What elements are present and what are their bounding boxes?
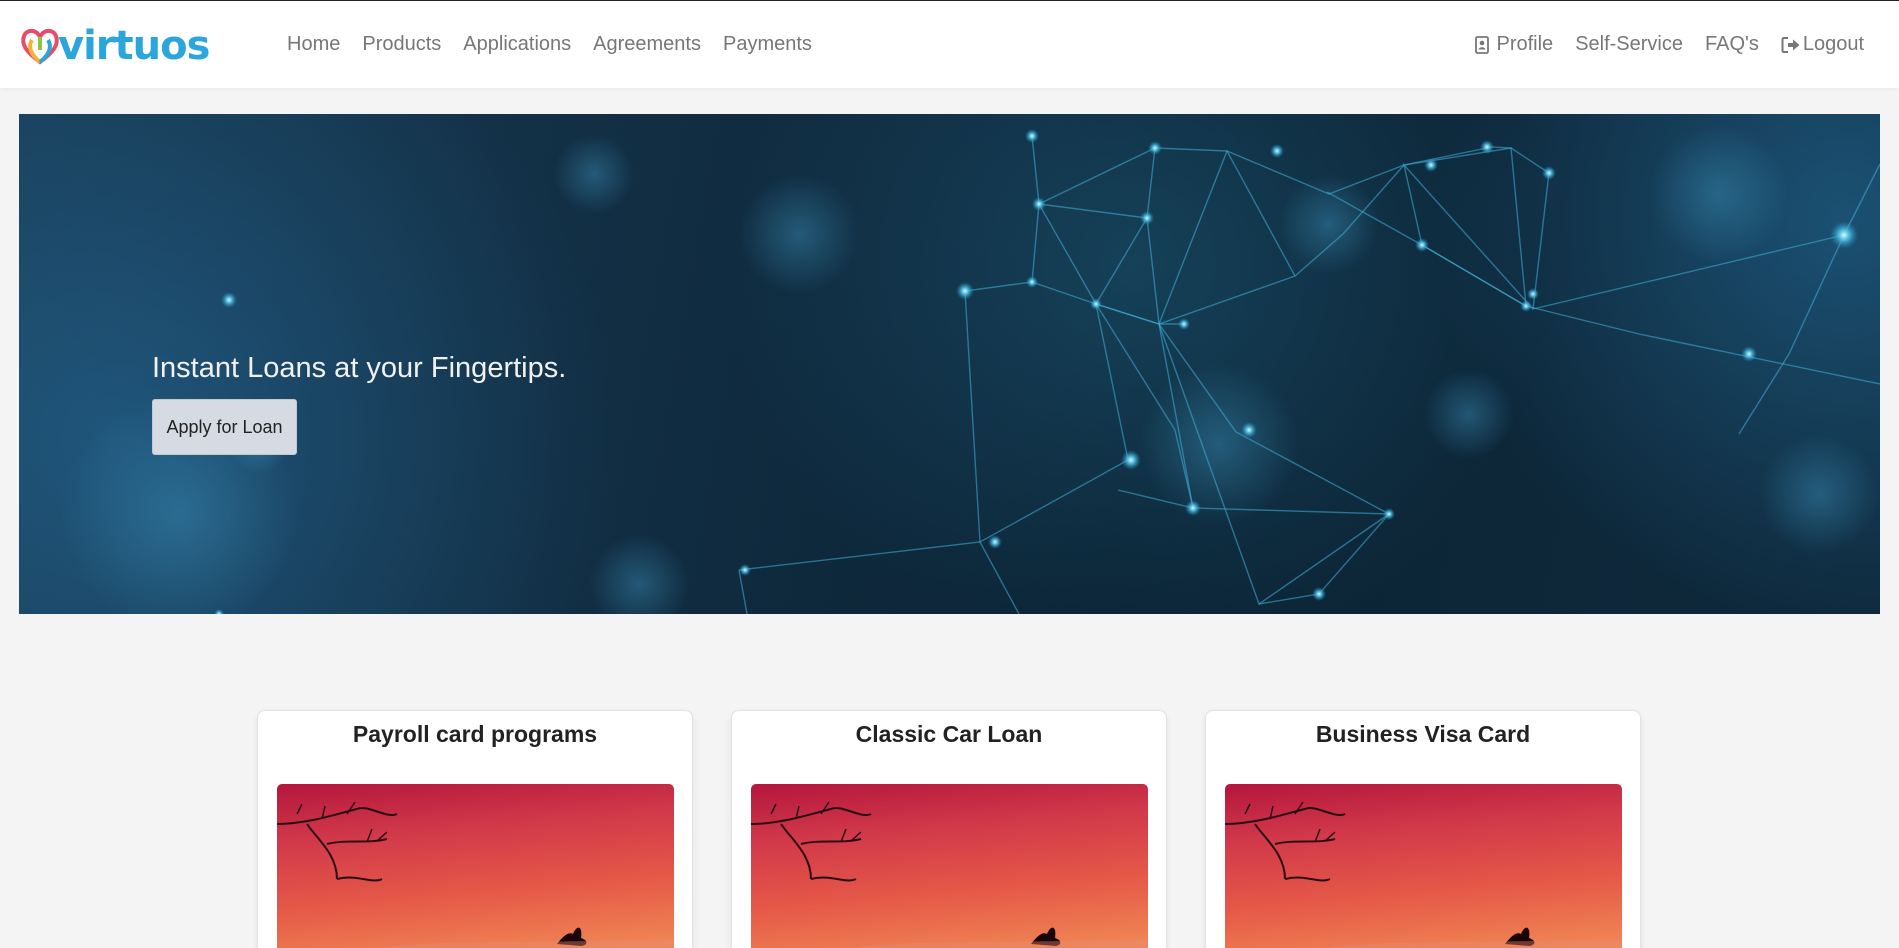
nav-agreements[interactable]: Agreements [582, 31, 712, 58]
sunset-bird-image [751, 784, 1148, 948]
nav-payments[interactable]: Payments [712, 31, 823, 58]
logo-text: virtuos [58, 23, 210, 69]
profile-icon [1472, 35, 1492, 55]
sunset-bird-image [277, 784, 674, 948]
logout-icon [1781, 35, 1801, 55]
heart-logo-icon [21, 28, 59, 65]
product-card-title: Payroll card programs [352, 721, 598, 747]
hero-banner: Instant Loans at your Fingertips. Apply … [19, 114, 1880, 614]
nav-home[interactable]: Home [276, 31, 351, 58]
brand-logo[interactable]: virtuos [18, 23, 210, 69]
nav-logout-label: Logout [1802, 33, 1864, 55]
product-card-payroll[interactable]: Payroll card programs [257, 710, 693, 948]
nav-self-service[interactable]: Self-Service [1564, 31, 1694, 58]
nav-profile[interactable]: Profile [1461, 31, 1564, 58]
product-card-title: Classic Car Loan [855, 721, 1043, 747]
user-nav: Profile Self-Service FAQ's Logout [1461, 31, 1875, 58]
nav-logout[interactable]: Logout [1770, 31, 1875, 58]
nav-products[interactable]: Products [351, 31, 452, 58]
product-card-business-visa[interactable]: Business Visa Card [1205, 710, 1641, 948]
apply-for-loan-button[interactable]: Apply for Loan [152, 399, 297, 455]
nav-faqs[interactable]: FAQ's [1694, 31, 1770, 58]
product-card-classic-car[interactable]: Classic Car Loan [731, 710, 1167, 948]
nav-applications[interactable]: Applications [452, 31, 582, 58]
main-nav: Home Products Applications Agreements Pa… [276, 31, 823, 58]
sunset-bird-image [1225, 784, 1622, 948]
hero-title: Instant Loans at your Fingertips. [152, 352, 567, 384]
nav-profile-label: Profile [1496, 33, 1554, 55]
top-navbar: virtuos Home Products Applications Agree… [0, 0, 1899, 88]
product-card-title: Business Visa Card [1315, 721, 1531, 747]
